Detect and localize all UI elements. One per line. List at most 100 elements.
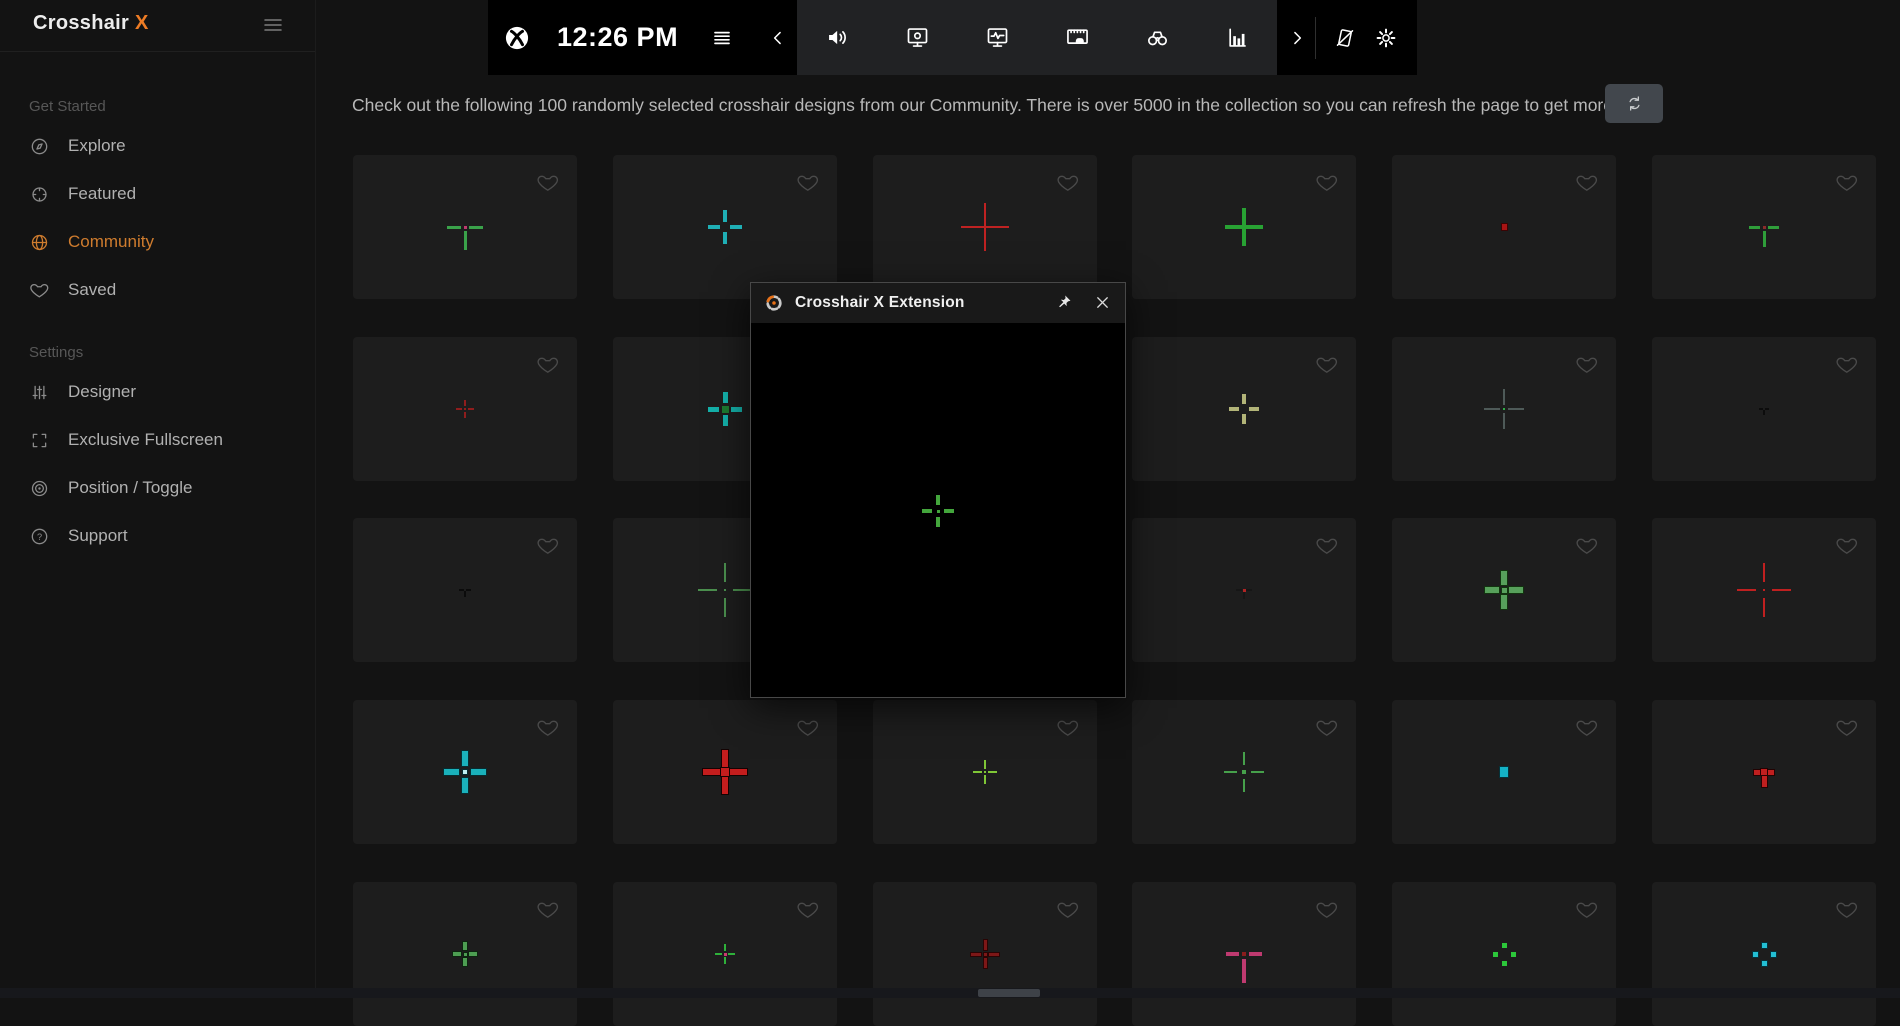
crosshair-card[interactable] — [1652, 882, 1876, 1026]
hamburger-menu-icon[interactable] — [261, 13, 285, 37]
crosshair-card[interactable] — [873, 882, 1097, 1026]
crosshair-card[interactable] — [873, 155, 1097, 299]
sidebar-item-featured[interactable]: Featured — [0, 170, 315, 218]
sidebar-item-position-toggle[interactable]: Position / Toggle — [0, 464, 315, 512]
favorite-heart-button[interactable] — [536, 534, 560, 558]
settings-gear-icon[interactable] — [1374, 26, 1398, 50]
crosshair-card[interactable] — [1392, 518, 1616, 662]
chevron-right-icon[interactable] — [1287, 28, 1307, 48]
crosshair-card[interactable] — [1652, 518, 1876, 662]
crosshair-card[interactable] — [1132, 155, 1356, 299]
horizontal-scrollbar-thumb[interactable] — [978, 989, 1040, 997]
favorite-heart-button[interactable] — [1315, 534, 1339, 558]
extension-titlebar[interactable]: Crosshair X Extension — [751, 283, 1125, 324]
horizontal-scrollbar-track — [0, 988, 1900, 998]
favorite-heart-button[interactable] — [796, 716, 820, 740]
crosshair-card[interactable] — [1392, 882, 1616, 1026]
gallery-widget-button[interactable] — [1037, 0, 1117, 75]
sidebar-item-saved[interactable]: Saved — [0, 266, 315, 314]
crosshair-segment — [1242, 208, 1246, 246]
crosshair-card[interactable] — [873, 700, 1097, 844]
favorite-heart-button[interactable] — [796, 898, 820, 922]
close-icon[interactable] — [1093, 293, 1112, 312]
favorite-heart-button[interactable] — [1835, 898, 1859, 922]
favorite-heart-button[interactable] — [536, 716, 560, 740]
chevron-left-icon[interactable] — [768, 28, 788, 48]
crosshair-card[interactable] — [1652, 700, 1876, 844]
extension-window[interactable]: Crosshair X Extension — [750, 282, 1126, 698]
crosshair-segment — [464, 408, 466, 410]
favorite-heart-button[interactable] — [1056, 171, 1080, 195]
crosshair-card[interactable] — [353, 518, 577, 662]
sidebar-item-explore[interactable]: Explore — [0, 122, 315, 170]
pin-icon[interactable] — [1054, 293, 1073, 312]
crosshair-card[interactable] — [353, 882, 577, 1026]
crosshair-segment — [456, 408, 462, 410]
favorite-heart-button[interactable] — [1835, 171, 1859, 195]
favorite-heart-button[interactable] — [1315, 898, 1339, 922]
crosshair-card[interactable] — [1132, 337, 1356, 481]
globe-icon — [29, 232, 50, 253]
crosshair-card[interactable] — [1652, 337, 1876, 481]
heart-icon — [1575, 898, 1599, 922]
sidebar-item-exclusive-fullscreen[interactable]: Exclusive Fullscreen — [0, 416, 315, 464]
crosshair-card[interactable] — [1392, 337, 1616, 481]
crosshair-card[interactable] — [613, 700, 837, 844]
favorite-heart-button[interactable] — [536, 353, 560, 377]
capture-widget-button[interactable] — [877, 0, 957, 75]
audio-icon — [824, 24, 851, 51]
notifications-off-icon — [1333, 26, 1357, 50]
crosshair-card[interactable] — [353, 155, 577, 299]
sidebar-item-support[interactable]: ?Support — [0, 512, 315, 560]
favorite-heart-button[interactable] — [796, 171, 820, 195]
crosshair-card[interactable] — [1132, 700, 1356, 844]
crosshair-card[interactable] — [353, 700, 577, 844]
crosshair-segment — [723, 392, 728, 403]
notifications-off-icon[interactable] — [1333, 26, 1357, 50]
favorite-heart-button[interactable] — [1835, 716, 1859, 740]
app-title: Crosshair X — [33, 12, 149, 35]
crosshair-card[interactable] — [613, 882, 837, 1026]
crosshair-card[interactable] — [353, 337, 577, 481]
xbox-logo-icon[interactable] — [503, 24, 531, 52]
crosshair-card[interactable] — [1392, 155, 1616, 299]
crosshair-segment — [1484, 408, 1500, 410]
crosshair-segment — [1763, 410, 1765, 415]
favorite-heart-button[interactable] — [1835, 353, 1859, 377]
favorite-heart-button[interactable] — [1575, 898, 1599, 922]
audio-widget-button[interactable] — [797, 0, 877, 75]
looking-for-group-widget-button[interactable] — [1117, 0, 1197, 75]
performance-icon — [984, 24, 1011, 51]
favorite-heart-button[interactable] — [1575, 353, 1599, 377]
crosshair-segment — [1251, 771, 1264, 774]
crosshair-card[interactable] — [613, 155, 837, 299]
sidebar-item-community[interactable]: Community — [0, 218, 315, 266]
refresh-button[interactable] — [1605, 84, 1663, 123]
favorite-heart-button[interactable] — [1835, 534, 1859, 558]
favorite-heart-button[interactable] — [1315, 716, 1339, 740]
favorite-heart-button[interactable] — [536, 171, 560, 195]
favorite-heart-button[interactable] — [1315, 171, 1339, 195]
favorite-heart-button[interactable] — [1575, 171, 1599, 195]
favorite-heart-button[interactable] — [1575, 534, 1599, 558]
favorite-heart-button[interactable] — [1056, 716, 1080, 740]
sidebar-nav: Get StartedExploreFeaturedCommunitySaved… — [0, 52, 315, 560]
favorite-heart-button[interactable] — [1575, 716, 1599, 740]
resources-widget-button[interactable] — [1197, 0, 1277, 75]
crosshair-card[interactable] — [1132, 518, 1356, 662]
crosshair-segment — [1249, 952, 1262, 956]
heart-icon — [1575, 353, 1599, 377]
crosshair-card[interactable] — [1132, 882, 1356, 1026]
favorite-heart-button[interactable] — [536, 898, 560, 922]
favorite-heart-button[interactable] — [1315, 353, 1339, 377]
performance-widget-button[interactable] — [957, 0, 1037, 75]
crosshair-card[interactable] — [1392, 700, 1616, 844]
sidebar-item-designer[interactable]: Designer — [0, 368, 315, 416]
heart-icon — [1056, 171, 1080, 195]
sidebar-item-label: Position / Toggle — [68, 478, 192, 498]
favorite-heart-button[interactable] — [1056, 898, 1080, 922]
crosshair-card[interactable] — [1652, 155, 1876, 299]
widget-menu-icon[interactable] — [710, 26, 734, 50]
crosshair-segment — [463, 770, 467, 774]
crosshair-segment — [1763, 563, 1766, 582]
